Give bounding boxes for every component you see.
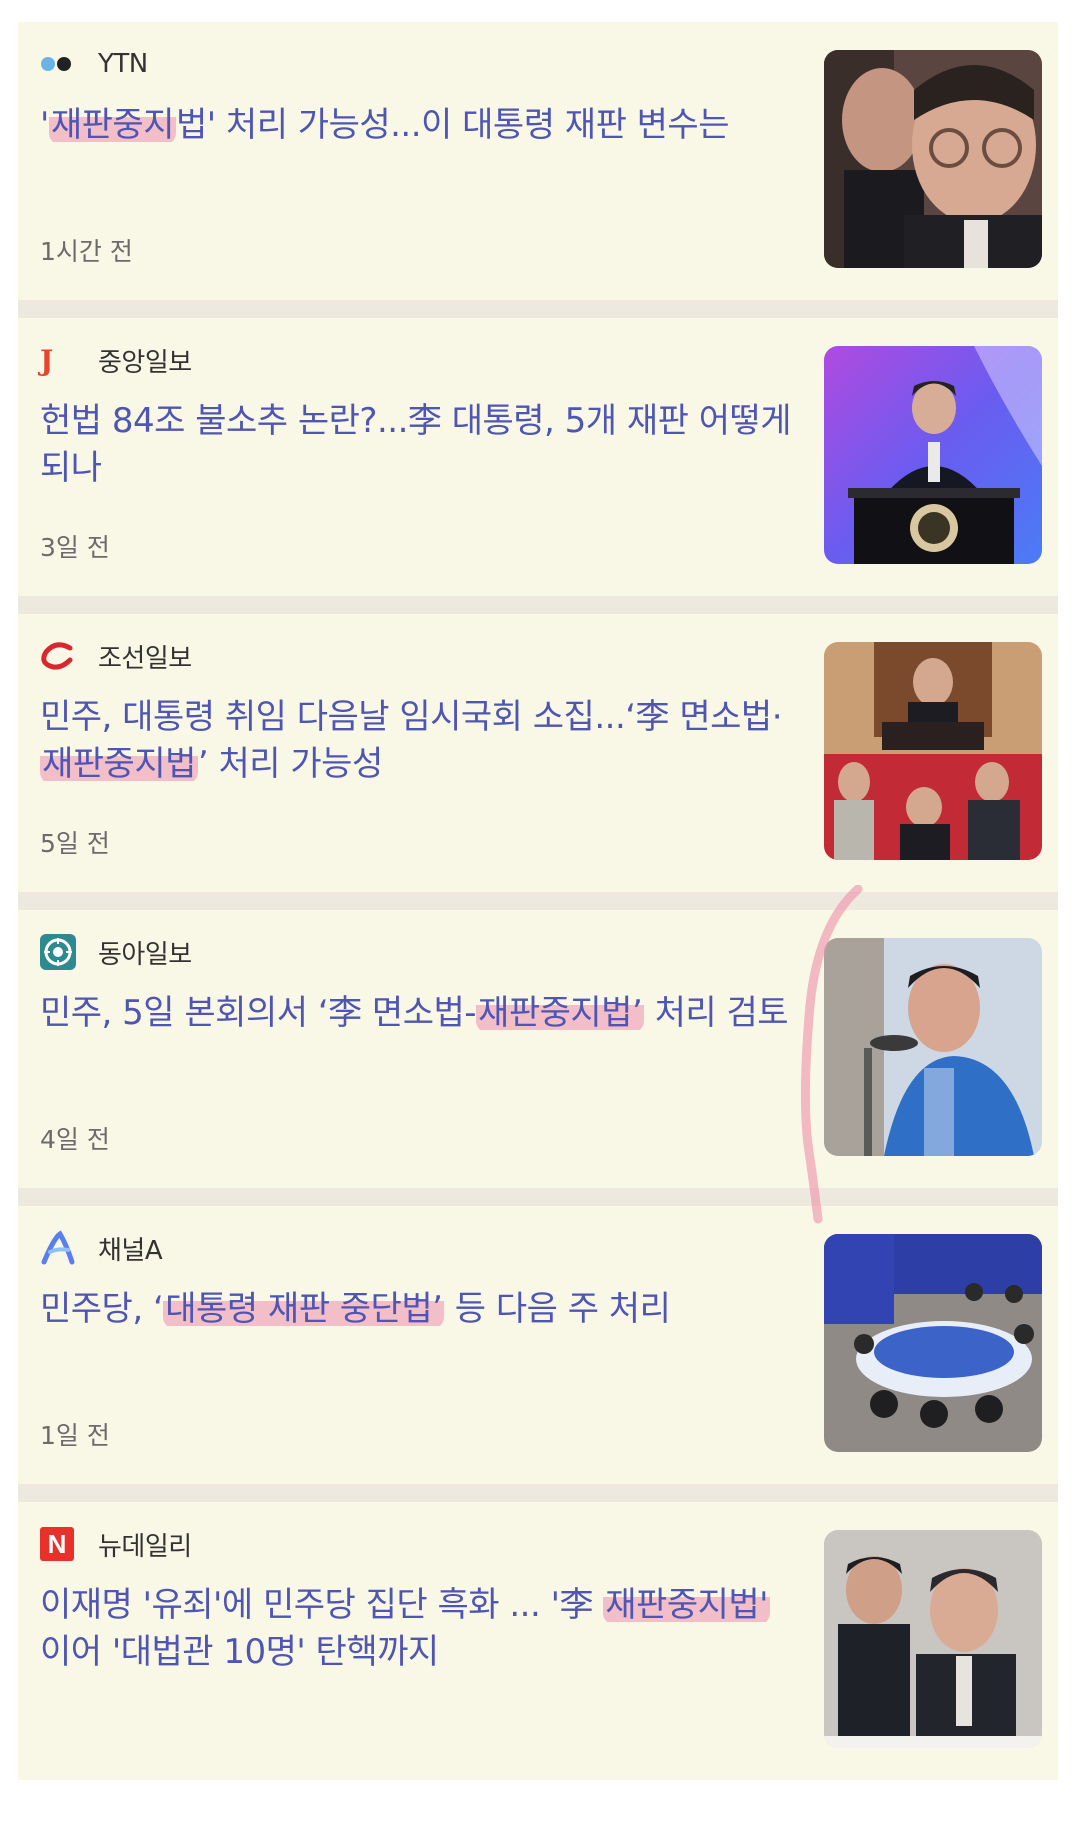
headline-link[interactable]: 민주, 대통령 취임 다음날 임시국회 소집...‘李 면소법· 재판중지법’ 처… <box>40 694 800 788</box>
thumbnail-image[interactable] <box>824 50 1042 268</box>
headline-text: 민주, 5일 본회의서 ‘李 면소법- <box>40 993 477 1033</box>
highlighted-text: 재판중지법 <box>40 744 198 784</box>
news-card[interactable]: N 뉴데일리 이재명 '유죄'에 민주당 집단 흑화 ... '李 재판중지법'… <box>18 1502 1058 1780</box>
news-card[interactable]: 조선일보 민주, 대통령 취임 다음날 임시국회 소집...‘李 면소법· 재판중… <box>18 614 1058 892</box>
news-source: J 중앙일보 <box>40 342 192 378</box>
news-source: N 뉴데일리 <box>40 1526 192 1562</box>
source-name: 동아일보 <box>98 939 192 970</box>
card-separator <box>18 892 1058 910</box>
thumbnail-image[interactable] <box>824 1234 1042 1452</box>
headline-text: 민주당, ‘ <box>40 1289 164 1329</box>
joongang-logo-letter: J <box>40 343 54 377</box>
timestamp: 1시간 전 <box>40 237 133 266</box>
headline-text: 민주, 대통령 취임 다음날 임시국회 소집...‘李 면소법· <box>40 697 783 737</box>
card-separator <box>18 1484 1058 1502</box>
thumbnail-image[interactable] <box>824 346 1042 564</box>
news-source: 동아일보 <box>40 934 192 970</box>
card-separator <box>18 1188 1058 1206</box>
news-feed: YTN '재판중지법' 처리 가능성...이 대통령 재판 변수는 1시간 전 <box>18 22 1058 1780</box>
source-name: 채널A <box>98 1235 163 1266</box>
headline-text: ’ 처리 가능성 <box>197 744 383 784</box>
news-source: YTN <box>40 46 148 82</box>
source-name: 뉴데일리 <box>98 1531 192 1562</box>
headline-link[interactable]: 이재명 '유죄'에 민주당 집단 흑화 ... '李 재판중지법' 이어 '대법… <box>40 1582 800 1676</box>
highlighted-text: 재판중지법' <box>603 1585 771 1625</box>
headline-link[interactable]: '재판중지법' 처리 가능성...이 대통령 재판 변수는 <box>40 102 800 149</box>
highlighted-text: 대통령 재판 중단법’ <box>163 1289 445 1329</box>
headline-link[interactable]: 민주당, ‘대통령 재판 중단법’ 등 다음 주 처리 <box>40 1286 800 1333</box>
news-card[interactable]: J 중앙일보 헌법 84조 불소추 논란?...李 대통령, 5개 재판 어떻게… <box>18 318 1058 596</box>
joongang-logo-icon: J <box>40 342 78 378</box>
headline-text: 법' 처리 가능성...이 대통령 재판 변수는 <box>175 105 730 145</box>
headline-text: ' <box>40 105 49 145</box>
donga-logo-icon <box>40 934 78 970</box>
headline-link[interactable]: 민주, 5일 본회의서 ‘李 면소법-재판중지법’ 처리 검토 <box>40 990 800 1037</box>
news-card[interactable]: 동아일보 민주, 5일 본회의서 ‘李 면소법-재판중지법’ 처리 검토 4일 … <box>18 910 1058 1188</box>
news-card[interactable]: 채널A 민주당, ‘대통령 재판 중단법’ 등 다음 주 처리 1일 전 <box>18 1206 1058 1484</box>
news-source: 채널A <box>40 1230 163 1266</box>
source-name: YTN <box>98 49 148 79</box>
headline-link[interactable]: 헌법 84조 불소추 논란?...李 대통령, 5개 재판 어떻게 되나 <box>40 398 800 492</box>
source-name: 조선일보 <box>98 643 192 674</box>
headline-text: 등 다음 주 처리 <box>444 1289 671 1329</box>
timestamp: 3일 전 <box>40 533 110 562</box>
highlighted-text: 재판중지법’ <box>476 993 645 1033</box>
thumbnail-image[interactable] <box>824 1530 1042 1748</box>
newdaily-logo-icon: N <box>40 1526 78 1562</box>
source-name: 중앙일보 <box>98 347 192 378</box>
timestamp: 1일 전 <box>40 1421 110 1450</box>
thumbnail-image[interactable] <box>824 642 1042 860</box>
news-source: 조선일보 <box>40 638 192 674</box>
timestamp: 5일 전 <box>40 829 110 858</box>
timestamp: 4일 전 <box>40 1125 110 1154</box>
newdaily-logo-letter: N <box>47 1528 67 1559</box>
card-separator <box>18 596 1058 614</box>
highlighted-text: 재판중지 <box>48 105 176 145</box>
headline-text: 헌법 84조 불소추 논란?...李 대통령, 5개 재판 어떻게 되나 <box>40 401 792 488</box>
headline-text: 이어 '대법관 10명' 탄핵까지 <box>40 1632 439 1672</box>
headline-text: 이재명 '유죄'에 민주당 집단 흑화 ... '李 <box>40 1585 604 1625</box>
headline-text: 처리 검토 <box>644 993 789 1033</box>
ytn-logo-icon <box>40 46 78 82</box>
thumbnail-image[interactable] <box>824 938 1042 1156</box>
chosun-logo-icon <box>40 638 78 674</box>
card-separator <box>18 300 1058 318</box>
news-card[interactable]: YTN '재판중지법' 처리 가능성...이 대통령 재판 변수는 1시간 전 <box>18 22 1058 300</box>
channela-logo-icon <box>40 1230 78 1266</box>
